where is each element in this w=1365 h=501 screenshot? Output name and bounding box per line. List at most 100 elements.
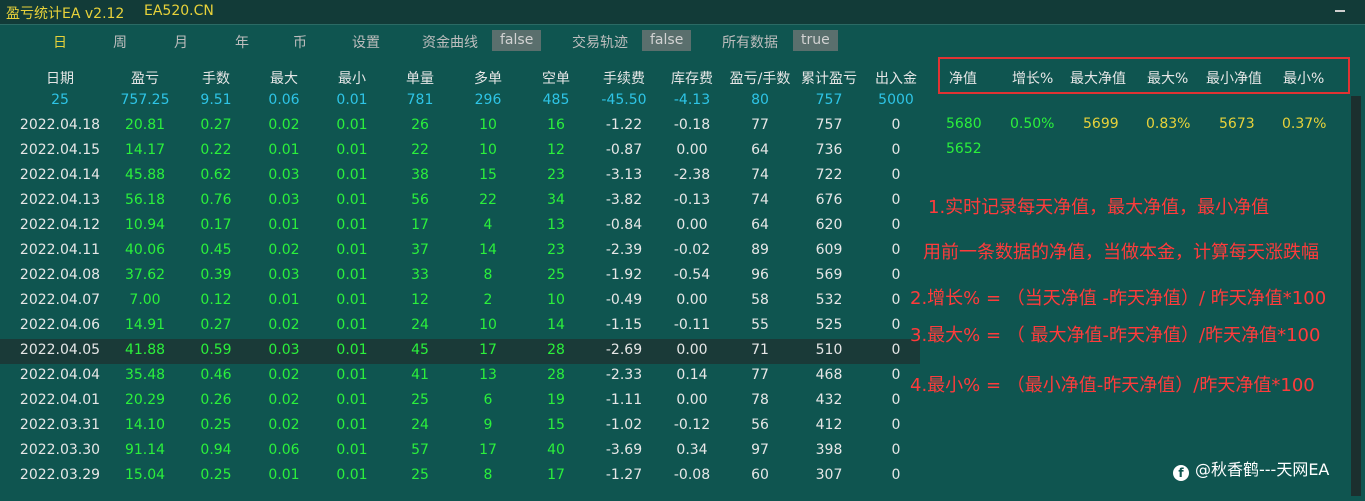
cell-max: 0.03 <box>268 267 300 283</box>
all-data-label: 所有数据 <box>722 35 778 51</box>
cell-lots: 0.17 <box>200 217 232 233</box>
table-row[interactable]: 2022.04.11 40.06 0.45 0.02 0.01 37 14 23 -2.39 -0… <box>0 239 920 264</box>
col-header-long: 多单 <box>474 71 502 87</box>
cell-min: 0.01 <box>336 217 368 233</box>
table-row[interactable]: 2022.04.15 14.17 0.22 0.01 0.01 22 10 12 -0.87 0.… <box>0 139 920 164</box>
cell-date: 2022.03.31 <box>19 417 101 433</box>
cell-max: 0.02 <box>268 242 300 258</box>
site-label: EA520.CN <box>144 3 214 19</box>
cell-swap: -0.54 <box>673 267 711 283</box>
tab-month[interactable]: 月 <box>174 32 188 52</box>
cell-cumulative: 432 <box>815 392 843 408</box>
table-row[interactable]: 2022.03.31 14.10 0.25 0.02 0.01 24 9 15 -1.02 -0.… <box>0 414 920 439</box>
vertical-scrollbar[interactable] <box>1351 96 1361 496</box>
cell-cumulative: 569 <box>815 267 843 283</box>
equity-value-prev: 5652 <box>946 141 982 157</box>
cell-orders: 25 <box>411 467 429 483</box>
cell-swap: 0.00 <box>676 217 708 233</box>
table-row[interactable]: 2022.04.18 20.81 0.27 0.02 0.01 26 10 16 -1.22 -0… <box>0 114 920 139</box>
cell-commission: -1.27 <box>605 467 643 483</box>
col-header-lots: 手数 <box>202 71 230 87</box>
title-bar: 盈亏统计EA v2.12 EA520.CN <box>0 0 1365 25</box>
cell-lots: 0.22 <box>200 142 232 158</box>
tab-week[interactable]: 周 <box>113 32 127 52</box>
table-row[interactable]: 2022.04.12 10.94 0.17 0.01 0.01 17 4 13 -0.84 0.0… <box>0 214 920 239</box>
cell-commission: -1.15 <box>605 317 643 333</box>
cell-lots: 0.12 <box>200 292 232 308</box>
tab-settings[interactable]: 设置 <box>352 32 380 52</box>
table-row[interactable]: 2022.04.13 56.18 0.76 0.03 0.01 56 22 34 -3.82 -0… <box>0 189 920 214</box>
max-equity-value: 5699 <box>1083 116 1119 132</box>
cell-orders: 26 <box>411 117 429 133</box>
cell-deposit: 0 <box>891 167 901 183</box>
cell-lots: 0.26 <box>200 392 232 408</box>
cell-date: 2022.04.07 <box>19 292 101 308</box>
growth-value: 0.50% <box>1010 116 1055 132</box>
table-row[interactable]: 2022.04.01 20.29 0.26 0.02 0.01 25 6 19 -1.11 0.0… <box>0 389 920 414</box>
annotation-3: 2.增长% = （当天净值 -昨天净值）/ 昨天净值*100 <box>910 288 1327 309</box>
cell-commission: -0.84 <box>605 217 643 233</box>
equity-curve-label: 资金曲线 <box>422 35 478 51</box>
cell-orders: 33 <box>411 267 429 283</box>
cell-orders: 17 <box>411 217 429 233</box>
cell-short: 19 <box>547 392 565 408</box>
table-row[interactable]: 2022.03.29 15.04 0.25 0.01 0.01 25 8 17 -1.27 -0.… <box>0 464 920 489</box>
equity-curve-toggle[interactable]: false <box>492 30 542 51</box>
cell-commission: -2.69 <box>605 342 643 358</box>
tab-day[interactable]: 日 <box>53 32 67 52</box>
col-header-cumulative: 累计盈亏 <box>801 71 857 87</box>
table-row[interactable]: 2022.04.05 41.88 0.59 0.03 0.01 45 17 28 -2.69 0.… <box>0 339 920 364</box>
tab-currency[interactable]: 币 <box>293 32 307 52</box>
minimize-icon[interactable] <box>1335 10 1345 12</box>
cell-commission: -1.22 <box>605 117 643 133</box>
cell-max: 0.01 <box>268 292 300 308</box>
all-data-toggle[interactable]: true <box>793 30 838 51</box>
min-pct-value: 0.37% <box>1282 116 1327 132</box>
cell-date: 2022.04.18 <box>19 117 101 133</box>
col-header-min: 最小 <box>338 71 366 87</box>
cell-orders: 781 <box>406 92 434 108</box>
cell-lots: 9.51 <box>200 92 232 108</box>
cell-commission: -1.92 <box>605 267 643 283</box>
cell-swap: -4.13 <box>673 92 711 108</box>
cell-pnl: 14.91 <box>124 317 166 333</box>
cell-orders: 24 <box>411 417 429 433</box>
equity-value: 5680 <box>946 116 982 132</box>
cell-date: 2022.03.29 <box>19 467 101 483</box>
cell-long: 22 <box>479 192 497 208</box>
cell-max: 0.02 <box>268 117 300 133</box>
cell-long: 9 <box>483 417 493 433</box>
table-row[interactable]: 2022.04.07 7.00 0.12 0.01 0.01 12 2 10 -0.49 0.00… <box>0 289 920 314</box>
table-row[interactable]: 2022.04.14 45.88 0.62 0.03 0.01 38 15 23 -3.13 -2… <box>0 164 920 189</box>
cell-date: 2022.03.30 <box>19 442 101 458</box>
cell-swap: -2.38 <box>673 167 711 183</box>
table-row[interactable]: 2022.04.06 14.91 0.27 0.02 0.01 24 10 14 -1.15 -0… <box>0 314 920 339</box>
cell-commission: -1.11 <box>605 392 643 408</box>
cell-deposit: 5000 <box>878 92 914 108</box>
equity-header: 净值 <box>949 71 977 87</box>
annotation-4: 3.最大% = （ 最大净值-昨天净值）/昨天净值*100 <box>910 325 1321 346</box>
cell-pnl-per-lot: 78 <box>751 392 769 408</box>
cell-short: 23 <box>547 242 565 258</box>
trade-track-toggle[interactable]: false <box>642 30 692 51</box>
cell-min: 0.01 <box>336 192 368 208</box>
cell-swap: 0.00 <box>676 392 708 408</box>
cell-long: 17 <box>479 442 497 458</box>
cell-min: 0.01 <box>336 342 368 358</box>
cell-lots: 0.94 <box>200 442 232 458</box>
cell-cumulative: 532 <box>815 292 843 308</box>
cell-date: 2022.04.15 <box>19 142 101 158</box>
table-row[interactable]: 2022.03.30 91.14 0.94 0.06 0.01 57 17 40 -3.69 0.… <box>0 439 920 464</box>
cell-max: 0.03 <box>268 342 300 358</box>
tab-year[interactable]: 年 <box>235 32 249 52</box>
table-row[interactable]: 2022.04.04 35.48 0.46 0.02 0.01 41 13 28 -2.33 0.… <box>0 364 920 389</box>
cell-swap: -0.18 <box>673 117 711 133</box>
cell-pnl: 757.25 <box>120 92 170 108</box>
cell-date: 2022.04.05 <box>19 342 101 358</box>
cell-cumulative: 736 <box>815 142 843 158</box>
min-equity-header: 最小净值 <box>1206 71 1262 87</box>
cell-long: 14 <box>479 242 497 258</box>
table-row[interactable]: 2022.04.08 37.62 0.39 0.03 0.01 33 8 25 -1.92 -0.… <box>0 264 920 289</box>
cell-lots: 0.27 <box>200 117 232 133</box>
cell-max: 0.06 <box>268 442 300 458</box>
